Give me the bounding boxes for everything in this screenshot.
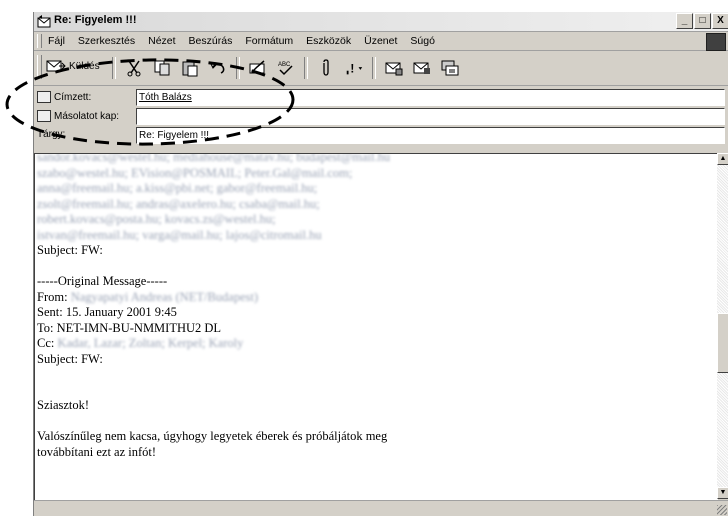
encrypt-icon[interactable] xyxy=(412,58,432,78)
subject-label: Tárgy: xyxy=(37,129,66,140)
paste-icon[interactable] xyxy=(180,58,200,78)
toolbar-separator xyxy=(372,57,376,79)
blurred-recipient-line: robert.kovacs@posta.hu; kovacs.zs@westel… xyxy=(37,212,276,226)
svg-text:ABC: ABC xyxy=(278,62,291,68)
scroll-down-button[interactable]: ▼ xyxy=(717,487,728,499)
blurred-recipient-line: zsolt@freemail.hu; andras@axelero.hu; cs… xyxy=(37,196,320,211)
cut-icon[interactable] xyxy=(124,58,144,78)
scroll-thumb[interactable] xyxy=(717,313,728,373)
window-controls: _ □ X xyxy=(676,13,728,29)
cc-line-value: Kadar, Lazar; Zoltan; Kerpel; Karoly xyxy=(57,336,244,350)
compose-window: Re: Figyelem !!! _ □ X Fájl Szerkesztés … xyxy=(33,12,728,516)
to-label-button[interactable]: Címzett: xyxy=(37,91,91,103)
copy-icon[interactable] xyxy=(152,58,172,78)
title-bar: Re: Figyelem !!! _ □ X xyxy=(34,12,728,32)
menu-message[interactable]: Üzenet xyxy=(364,35,397,47)
menu-edit[interactable]: Szerkesztés xyxy=(78,35,135,47)
cc-line: Cc: Kadar, Lazar; Zoltan; Kerpel; Karoly xyxy=(37,336,390,352)
cc-label: Másolatot kap: xyxy=(54,110,120,122)
message-header: Címzett: Tóth Balázs Másolatot kap: Tárg… xyxy=(34,86,728,148)
from-label: From: xyxy=(37,289,68,304)
body-subject-line: Subject: FW: xyxy=(37,243,103,257)
blurred-recipient-line: istvan@freemail.hu; varga@mail.hu; lajos… xyxy=(37,227,322,242)
cc-field[interactable] xyxy=(136,108,725,125)
body-subject-line: Subject: FW: xyxy=(37,351,103,366)
scroll-up-button[interactable]: ▲ xyxy=(717,153,728,165)
from-value: Nagyapatyi Andreas (NET/Budapest) xyxy=(70,289,259,304)
menu-grip[interactable] xyxy=(37,34,42,48)
message-body[interactable]: sandor.kovacs@westel.hu; mediahouse@mata… xyxy=(34,153,718,501)
to-field[interactable]: Tóth Balázs xyxy=(136,89,725,106)
toolbar-separator xyxy=(304,57,308,79)
priority-icon[interactable]: ! xyxy=(344,58,364,78)
undo-icon[interactable] xyxy=(208,58,228,78)
svg-text:!: ! xyxy=(350,62,354,76)
original-message-separator: -----Original Message----- xyxy=(37,274,168,288)
paragraph-line: Valószínűleg nem kacsa, úgyhogy legyetek… xyxy=(37,429,388,443)
send-label: Küldés xyxy=(69,60,100,72)
minimize-button[interactable]: _ xyxy=(676,13,693,29)
cc-row: Másolatot kap: xyxy=(34,108,728,125)
maximize-button[interactable]: □ xyxy=(694,13,711,29)
send-icon xyxy=(46,60,66,72)
menu-help[interactable]: Súgó xyxy=(410,35,435,47)
status-bar xyxy=(34,500,728,517)
menu-bar: Fájl Szerkesztés Nézet Beszúrás Formátum… xyxy=(34,32,728,51)
sent-line: Sent: 15. January 2001 9:45 xyxy=(37,305,177,319)
menu-file[interactable]: Fájl xyxy=(48,35,65,47)
subject-row: Tárgy: Re: Figyelem !!! xyxy=(34,127,728,144)
to-row: Címzett: Tóth Balázs xyxy=(34,89,728,106)
toolbar: Küldés ABC ! xyxy=(34,51,728,86)
send-button[interactable]: Küldés xyxy=(46,58,100,74)
blurred-recipient-line: anna@freemail.hu; a.kiss@pbi.net; gabor@… xyxy=(37,181,318,195)
to-line: To: NET-IMN-BU-NMMITHU2 DL xyxy=(37,320,222,335)
sign-icon[interactable] xyxy=(384,58,404,78)
toolbar-separator xyxy=(236,57,240,79)
menu-insert[interactable]: Beszúrás xyxy=(189,35,233,47)
toolbar-separator xyxy=(112,57,116,79)
address-book-icon xyxy=(37,91,51,103)
vertical-scrollbar[interactable]: ▲ ▼ xyxy=(717,153,728,499)
envelope-reply-icon xyxy=(37,15,51,28)
menu-format[interactable]: Formátum xyxy=(245,35,293,47)
attach-icon[interactable] xyxy=(316,58,336,78)
from-line: From: Nagyapatyi Andreas (NET/Budapest) xyxy=(37,290,390,306)
windows-logo-icon xyxy=(706,33,726,51)
blurred-recipient-line: sandor.kovacs@westel.hu; mediahouse@mata… xyxy=(37,153,391,164)
menu-tools[interactable]: Eszközök xyxy=(306,35,351,47)
blurred-recipient-line: szabo@westel.hu; EVision@POSMAIL; Peter.… xyxy=(37,165,353,180)
subject-field[interactable]: Re: Figyelem !!! xyxy=(136,127,725,144)
close-button[interactable]: X xyxy=(712,13,728,29)
menu-view[interactable]: Nézet xyxy=(148,35,175,47)
cc-label-button[interactable]: Másolatot kap: xyxy=(37,110,119,122)
offline-icon[interactable] xyxy=(440,58,460,78)
to-recipient[interactable]: Tóth Balázs xyxy=(139,92,192,103)
address-book-icon xyxy=(37,110,51,122)
check-names-icon[interactable] xyxy=(248,58,268,78)
window-title: Re: Figyelem !!! xyxy=(54,14,137,26)
greeting-line: Sziasztok! xyxy=(37,398,90,412)
resize-grip-icon[interactable] xyxy=(717,505,727,515)
spelling-icon[interactable]: ABC xyxy=(276,58,296,78)
paragraph-line: továbbítani ezt az infót! xyxy=(37,444,157,459)
to-label: Címzett: xyxy=(54,91,92,103)
toolbar-grip[interactable] xyxy=(37,55,42,79)
cc-line-label: Cc: xyxy=(37,336,55,350)
